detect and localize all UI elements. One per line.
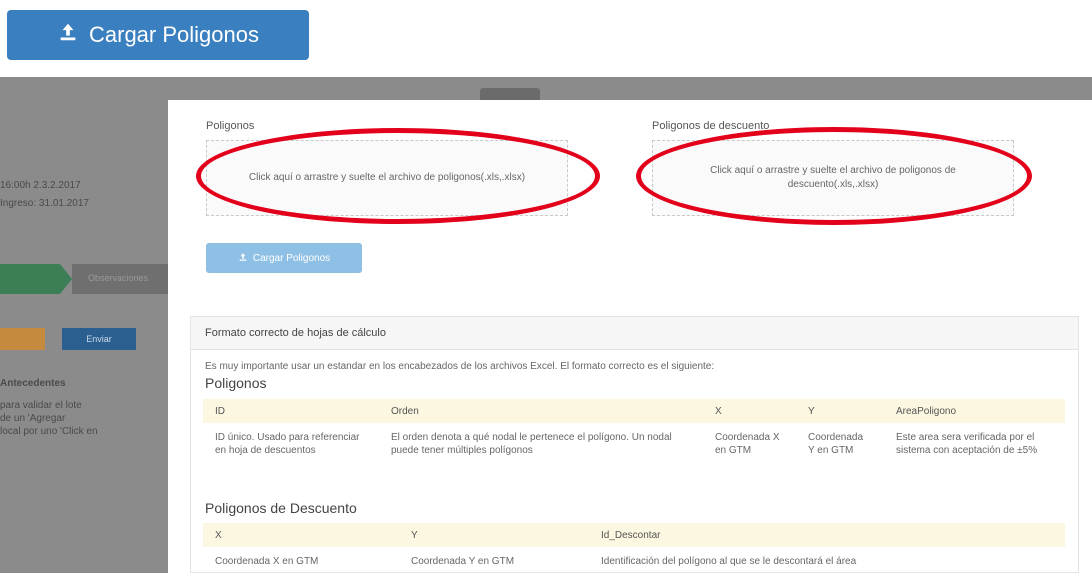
- background-orange-button: [0, 328, 45, 350]
- upload-icon: [57, 21, 79, 49]
- background-para-3: local por uno 'Click en: [0, 426, 98, 437]
- table-cell: Identificación del polígono al que se le…: [601, 556, 857, 567]
- descuento-format-table: X Y Id_Descontar Coordenada X en GTM Coo…: [203, 523, 1065, 574]
- background-step-label: Observaciones: [88, 273, 149, 283]
- table-cell: Coordenada Y en GTM: [808, 432, 864, 456]
- upload-icon: [238, 252, 248, 265]
- poligonos-dropzone[interactable]: Click aquí o arrastre y suelte el archiv…: [206, 140, 568, 216]
- background-heading: Antecedentes: [0, 378, 66, 389]
- table-cell: Este area sera verificada por el sistema…: [896, 432, 1038, 456]
- section-poligonos-title: Poligonos: [205, 375, 267, 391]
- table-cell: El orden denota a qué nodal le pertenece…: [391, 432, 672, 456]
- background-para-1: para validar el lote: [0, 400, 82, 411]
- col-header: Y: [796, 399, 884, 423]
- col-header: X: [203, 523, 399, 547]
- col-header: AreaPoligono: [884, 399, 1065, 423]
- table-row: Coordenada X en GTM Coordenada Y en GTM …: [203, 547, 1065, 574]
- poligonos-descuento-dropzone-text: Click aquí o arrastre y suelte el archiv…: [710, 165, 956, 190]
- background-para-2: de un 'Agregar: [0, 413, 66, 424]
- top-button-label: Cargar Poligonos: [89, 22, 259, 47]
- background-blue-button: Enviar: [62, 328, 136, 350]
- background-step-arrow: [60, 264, 72, 294]
- poligonos-descuento-label: Poligonos de descuento: [652, 120, 770, 132]
- poligonos-dropzone-text: Click aquí o arrastre y suelte el archiv…: [248, 172, 526, 183]
- col-header: Orden: [379, 399, 703, 423]
- modal-button-label: Cargar Poligonos: [252, 252, 331, 264]
- background-step-active: [0, 264, 60, 294]
- table-cell: ID único. Usado para referenciar en hoja…: [215, 432, 360, 456]
- col-header: X: [703, 399, 796, 423]
- formato-panel: Formato correcto de hojas de cálculo Es …: [190, 316, 1079, 573]
- formato-panel-title: Formato correcto de hojas de cálculo: [191, 317, 1078, 350]
- background-ingreso-line: Ingreso: 31.01.2017: [0, 198, 89, 209]
- table-cell: Coordenada X en GTM: [715, 432, 780, 456]
- col-header: Id_Descontar: [589, 523, 1065, 547]
- formato-intro: Es muy importante usar un estandar en lo…: [205, 361, 715, 372]
- section-descuento-title: Poligonos de Descuento: [205, 500, 357, 516]
- cargar-poligonos-top-button[interactable]: Cargar Poligonos: [7, 10, 309, 60]
- table-cell: Coordenada X en GTM: [215, 556, 319, 567]
- background-step-next: Observaciones: [72, 264, 172, 294]
- poligonos-descuento-dropzone[interactable]: Click aquí o arrastre y suelte el archiv…: [652, 140, 1014, 216]
- background-blue-button-label: Enviar: [86, 334, 112, 344]
- table-header-row: X Y Id_Descontar: [203, 523, 1065, 547]
- table-cell: Coordenada Y en GTM: [411, 556, 515, 567]
- cargar-poligonos-modal-button[interactable]: Cargar Poligonos: [206, 243, 362, 273]
- poligonos-format-table: ID Orden X Y AreaPoligono ID único. Usad…: [203, 399, 1065, 463]
- table-header-row: ID Orden X Y AreaPoligono: [203, 399, 1065, 423]
- table-row: ID único. Usado para referenciar en hoja…: [203, 423, 1065, 463]
- col-header: Y: [399, 523, 589, 547]
- background-date-line: 16:00h 2.3.2.2017: [0, 180, 81, 191]
- col-header: ID: [203, 399, 379, 423]
- poligonos-label: Poligonos: [206, 120, 255, 132]
